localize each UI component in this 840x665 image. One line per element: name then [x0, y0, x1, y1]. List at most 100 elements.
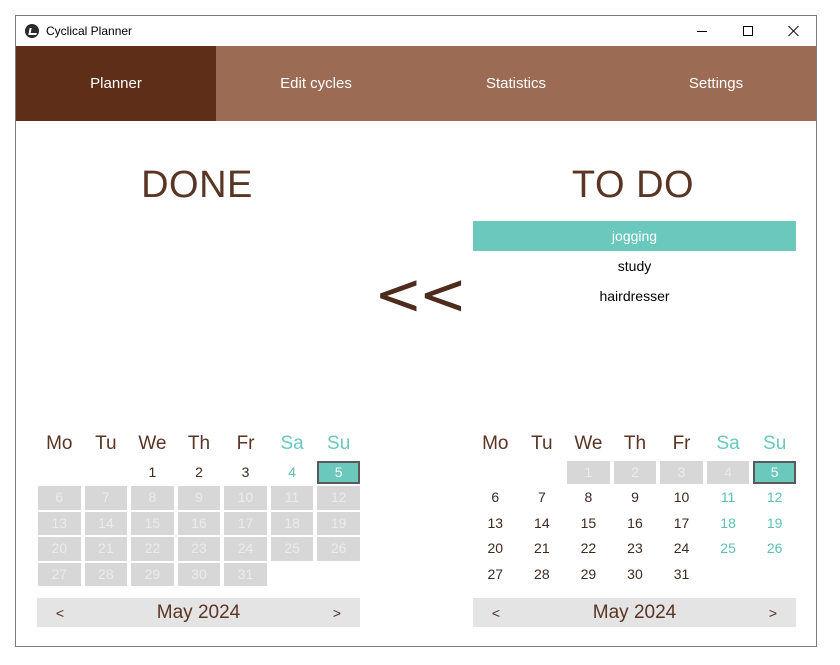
day-number [85, 461, 128, 484]
day-cell: 14 [83, 511, 130, 536]
day-cell[interactable]: 20 [472, 536, 519, 561]
day-cell[interactable]: 13 [472, 511, 519, 536]
day-number: 12 [317, 486, 360, 510]
day-cell[interactable]: 9 [612, 485, 659, 510]
day-number: 9 [631, 489, 639, 506]
day-cell[interactable]: 2 [176, 460, 223, 485]
day-cell[interactable]: 14 [519, 511, 566, 536]
day-number: 23 [177, 537, 221, 561]
month-label: May 2024 [592, 601, 677, 623]
weekday-label: We [574, 433, 603, 454]
day-number: 5 [317, 461, 360, 485]
day-number: 24 [673, 540, 690, 557]
day-number: 1 [567, 461, 610, 485]
day-cell[interactable]: 1 [129, 460, 176, 485]
day-number: 13 [38, 511, 81, 536]
day-cell: 30 [176, 562, 223, 587]
day-cell: 20 [36, 536, 83, 561]
day-cell-today[interactable]: 5 [751, 460, 798, 485]
day-cell[interactable]: 10 [658, 485, 705, 510]
day-number: 28 [84, 562, 128, 586]
day-number: 11 [720, 489, 736, 506]
day-number: 25 [270, 537, 314, 561]
todo-item-jogging[interactable]: jogging [473, 221, 796, 251]
day-cell: 11 [269, 485, 316, 510]
day-number: 3 [241, 464, 250, 480]
day-cell[interactable]: 12 [751, 485, 798, 510]
day-cell[interactable]: 30 [612, 562, 659, 587]
day-number: 6 [38, 486, 81, 510]
day-cell: 31 [222, 562, 269, 587]
weekday-label: Th [623, 433, 647, 454]
day-number [521, 461, 564, 484]
day-cell-today[interactable]: 5 [315, 460, 362, 485]
empty-day-cell [751, 562, 798, 587]
day-cell: 6 [36, 485, 83, 510]
window-title: Cyclical Planner [46, 24, 133, 38]
day-cell[interactable]: 26 [751, 536, 798, 561]
day-number: 14 [84, 511, 128, 536]
day-cell[interactable]: 27 [472, 562, 519, 587]
tab-statistics[interactable]: Statistics [416, 46, 616, 121]
empty-day-cell [269, 562, 316, 587]
minimize-button[interactable] [679, 16, 725, 46]
day-cell: 28 [83, 562, 130, 587]
day-cell[interactable]: 11 [705, 485, 752, 510]
empty-day-cell [519, 460, 566, 485]
day-cell[interactable]: 21 [519, 536, 566, 561]
day-cell: 17 [222, 511, 269, 536]
day-number: 27 [487, 565, 504, 582]
day-cell[interactable]: 18 [705, 511, 752, 536]
day-cell[interactable]: 29 [565, 562, 612, 587]
todo-item-study[interactable]: study [473, 251, 796, 281]
weekday-label: Tu [95, 433, 117, 454]
day-cell[interactable]: 3 [222, 460, 269, 485]
tab-settings[interactable]: Settings [616, 46, 816, 121]
day-number: 22 [580, 540, 597, 557]
day-number: 26 [317, 537, 360, 561]
app-logo-icon [25, 24, 39, 38]
maximize-button[interactable] [725, 16, 771, 46]
day-number: 2 [195, 464, 203, 480]
next-month-button[interactable]: > [750, 605, 796, 621]
mark-done-button[interactable]: << [374, 260, 467, 328]
week-row: 27 28 29 30 31 [36, 562, 362, 587]
day-number: 19 [766, 514, 783, 531]
day-number: 12 [766, 489, 783, 506]
day-cell[interactable]: 7 [519, 485, 566, 510]
day-number: 21 [84, 537, 128, 561]
prev-month-button[interactable]: < [473, 605, 519, 621]
day-number: 28 [534, 565, 550, 582]
weekday-label: Mo [46, 433, 73, 454]
tab-edit-cycles[interactable]: Edit cycles [216, 46, 416, 121]
day-cell[interactable]: 6 [472, 485, 519, 510]
tab-planner[interactable]: Planner [16, 46, 216, 121]
day-cell[interactable]: 28 [519, 562, 566, 587]
day-cell[interactable]: 31 [658, 562, 705, 587]
day-cell[interactable]: 19 [751, 511, 798, 536]
day-cell[interactable]: 25 [705, 536, 752, 561]
todo-item-hairdresser[interactable]: hairdresser [473, 281, 796, 311]
weekday-label: Tu [531, 433, 553, 454]
day-cell[interactable]: 24 [658, 536, 705, 561]
week-row: 1 2 3 4 5 [36, 460, 362, 485]
day-cell: 16 [176, 511, 223, 536]
day-cell: 24 [222, 536, 269, 561]
day-cell[interactable]: 8 [565, 485, 612, 510]
day-cell: 3 [658, 460, 705, 485]
day-cell[interactable]: 17 [658, 511, 705, 536]
day-cell[interactable]: 16 [612, 511, 659, 536]
day-cell[interactable]: 15 [565, 511, 612, 536]
day-number: 27 [38, 562, 81, 586]
next-month-button[interactable]: > [314, 605, 360, 621]
day-cell[interactable]: 4 [269, 460, 316, 485]
day-cell[interactable]: 23 [612, 536, 659, 561]
prev-month-button[interactable]: < [37, 605, 83, 621]
week-row: 6 7 8 9 10 11 12 [36, 485, 362, 510]
close-button[interactable] [771, 16, 817, 46]
day-number [707, 563, 750, 586]
day-cell[interactable]: 22 [565, 536, 612, 561]
day-number: 18 [270, 511, 314, 536]
day-number: 11 [270, 486, 314, 510]
week-row: 20 21 22 23 24 25 26 [472, 536, 798, 561]
